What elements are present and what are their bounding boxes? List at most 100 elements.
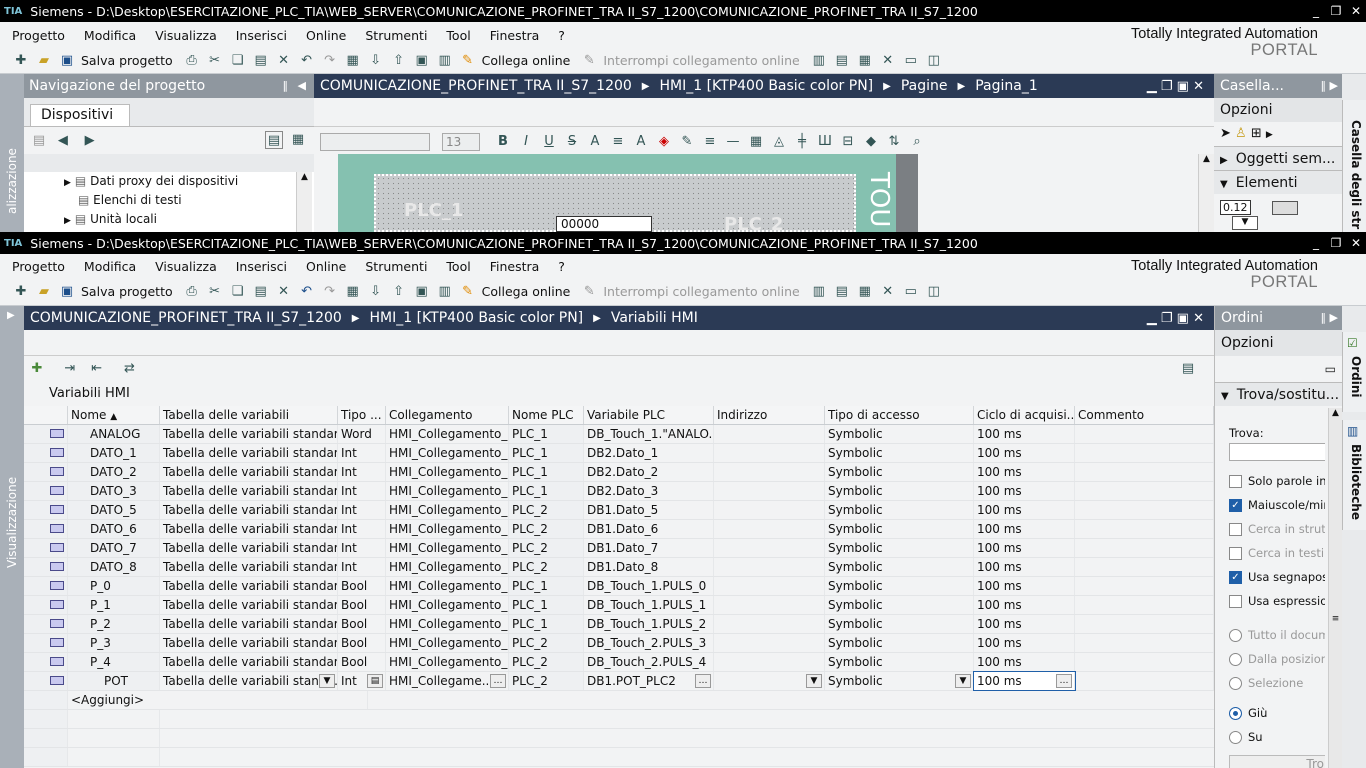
cell-ciclo[interactable]: 100 ms	[974, 577, 1075, 595]
table-row[interactable]: P_3 Tabella delle variabili standard Bool H…	[24, 634, 1214, 653]
menu-tool[interactable]: Tool	[446, 259, 470, 274]
undo-icon[interactable]: ↶	[298, 283, 316, 301]
search-scope-radio[interactable]: Selezione	[1229, 671, 1325, 695]
cell-tipo[interactable]: Int ▤	[338, 672, 386, 690]
cell-tipo-accesso[interactable]: Symbolic	[825, 444, 974, 462]
cell-nome[interactable]: ANALOG	[68, 425, 160, 443]
font-size-select[interactable]: 13	[442, 132, 480, 151]
tree-item[interactable]: ▤ Elenchi di testi	[24, 191, 314, 210]
bold-icon[interactable]: B	[494, 133, 512, 151]
cell-commento[interactable]	[1075, 482, 1214, 500]
cell-ciclo[interactable]: 100 ms	[974, 520, 1075, 538]
cell-nome[interactable]: DATO_3	[68, 482, 160, 500]
cell-nome-plc[interactable]: PLC_1	[509, 615, 584, 633]
delete-icon[interactable]: ✕	[275, 52, 293, 70]
cell-tipo[interactable]: Int	[338, 558, 386, 576]
add-row[interactable]: <Aggiungi>	[24, 691, 1214, 710]
cell-ciclo[interactable]: 100 ms	[974, 482, 1075, 500]
crumb-project[interactable]: COMUNICAZIONE_PROFINET_TRA II_S7_1200	[30, 310, 342, 326]
cell-ciclo[interactable]: 100 ms	[974, 634, 1075, 652]
cell-collegamento[interactable]: HMI_Collegamento_2	[386, 520, 509, 538]
cell-variabile-plc[interactable]: DB1.Dato_7	[584, 539, 714, 557]
symbolic-io-tool[interactable]: ▼	[1232, 215, 1258, 230]
toolbox-section-elements[interactable]: ▼ Elementi	[1214, 170, 1342, 194]
cell-indirizzo[interactable]: ▼	[714, 672, 825, 690]
cell-tabella[interactable]: Tabella delle variabili standard	[160, 482, 338, 500]
menu-finestra[interactable]: Finestra	[490, 28, 540, 43]
upload-icon[interactable]: ⇧	[390, 283, 408, 301]
find-input[interactable]	[1229, 443, 1325, 461]
table-row[interactable]: DATO_7 Tabella delle variabili standard In…	[24, 539, 1214, 558]
crumb-screen[interactable]: Pagina_1	[975, 78, 1038, 94]
expand-left-icon[interactable]: ▶	[7, 310, 15, 321]
cell-tipo[interactable]: Int	[338, 520, 386, 538]
cell-variabile-plc[interactable]: DB_Touch_1."ANALO...	[584, 425, 714, 443]
redo-icon[interactable]: ↷	[321, 283, 339, 301]
cell-tabella[interactable]: Tabella delle variabili standard	[160, 615, 338, 633]
cell-nome-plc[interactable]: PLC_1	[509, 425, 584, 443]
overview-icon[interactable]: ▤	[265, 131, 283, 149]
cell-variabile-plc[interactable]: DB1.Dato_5	[584, 501, 714, 519]
cell-ciclo[interactable]: 100 ms	[974, 501, 1075, 519]
print-icon[interactable]: ⎙	[183, 52, 201, 70]
cell-indirizzo[interactable]	[714, 482, 825, 500]
col-nome[interactable]: Nome ▲	[68, 406, 160, 424]
cell-collegamento[interactable]: HMI_Collegamento_2	[386, 501, 509, 519]
cell-indirizzo[interactable]	[714, 615, 825, 633]
print-icon[interactable]: ⎙	[183, 283, 201, 301]
cell-nome[interactable]: DATO_7	[68, 539, 160, 557]
crumb-device[interactable]: HMI_1 [KTP400 Basic color PN]	[660, 78, 874, 94]
restore-icon[interactable]: ❐	[1326, 236, 1346, 250]
editor-scrollbar[interactable]: ▲	[1198, 154, 1214, 232]
table-row[interactable]: DATO_3 Tabella delle variabili standard In…	[24, 482, 1214, 501]
open-folder-icon[interactable]: ▰	[35, 52, 53, 70]
cell-variabile-plc[interactable]: DB2.Dato_1	[584, 444, 714, 462]
go-online-button[interactable]: Collega online	[482, 53, 571, 68]
cell-commento[interactable]	[1075, 463, 1214, 481]
cell-commento[interactable]	[1075, 634, 1214, 652]
menu-visualizza[interactable]: Visualizza	[155, 28, 217, 43]
runtime-icon[interactable]: ▥	[436, 52, 454, 70]
menu-inserisci[interactable]: Inserisci	[236, 28, 287, 43]
cell-tipo-accesso[interactable]: Symbolic	[825, 539, 974, 557]
restore-icon[interactable]: ❐	[1326, 4, 1346, 18]
cell-nome[interactable]: DATO_5	[68, 501, 160, 519]
tree-item[interactable]: ▶ ▤ Dati proxy dei dispositivi	[24, 172, 314, 191]
cell-tipo-accesso[interactable]: Symbolic	[825, 558, 974, 576]
find-replace-section[interactable]: ▼ Trova/sostitu...	[1215, 382, 1342, 406]
screen-canvas[interactable]: PLC_1 PLC_2 00000 TOU	[338, 154, 918, 235]
dropdown-button[interactable]: ▼	[955, 674, 971, 688]
cell-tipo-accesso[interactable]: Symbolic	[825, 482, 974, 500]
menu-inserisci[interactable]: Inserisci	[236, 259, 287, 274]
align-icon[interactable]: ≡	[609, 133, 627, 151]
go-online-icon[interactable]: ✎	[459, 283, 477, 301]
cell-nome[interactable]: DATO_6	[68, 520, 160, 538]
cell-tipo[interactable]: Int	[338, 482, 386, 500]
cell-collegamento[interactable]: HMI_Collegamento_2	[386, 634, 509, 652]
table-row[interactable]: P_4 Tabella delle variabili standard Bool H…	[24, 653, 1214, 672]
close-icon[interactable]: ✕	[1346, 236, 1366, 250]
cell-variabile-plc[interactable]: DB_Touch_2.PULS_3	[584, 634, 714, 652]
tree-icon[interactable]: ⊞	[1251, 126, 1262, 141]
find-option-checkbox[interactable]: ✓ Maiuscole/min	[1229, 493, 1325, 517]
cell-collegamento[interactable]: HMI_Collegamento_1	[386, 482, 509, 500]
underline-icon[interactable]: U	[540, 133, 558, 151]
cell-indirizzo[interactable]	[714, 577, 825, 595]
back-visualization-tab[interactable]: alizzazione	[0, 74, 24, 232]
find-option-checkbox[interactable]: Cerca in testi i	[1229, 541, 1325, 565]
table-row[interactable]: P_0 Tabella delle variabili standard Bool H…	[24, 577, 1214, 596]
cell-tabella[interactable]: Tabella delle variabili standard	[160, 501, 338, 519]
menu-online[interactable]: Online	[306, 259, 346, 274]
cell-tipo[interactable]: Bool	[338, 653, 386, 671]
cell-nome-plc[interactable]: PLC_2	[509, 634, 584, 652]
arrange-icon[interactable]: ▦	[747, 133, 765, 151]
redo-icon[interactable]: ↷	[321, 52, 339, 70]
close-editor-icon[interactable]: ✕	[879, 283, 897, 301]
cell-indirizzo[interactable]	[714, 558, 825, 576]
cell-collegamento[interactable]: HMI_Collegamento_1	[386, 596, 509, 614]
col-variabile-plc[interactable]: Variabile PLC	[584, 406, 714, 424]
cell-tabella[interactable]: Tabella delle variabili standard	[160, 425, 338, 443]
add-tag-icon[interactable]: ✚	[28, 360, 46, 378]
cell-ciclo[interactable]: 100 ms	[974, 615, 1075, 633]
cell-variabile-plc[interactable]: DB2.Dato_2	[584, 463, 714, 481]
